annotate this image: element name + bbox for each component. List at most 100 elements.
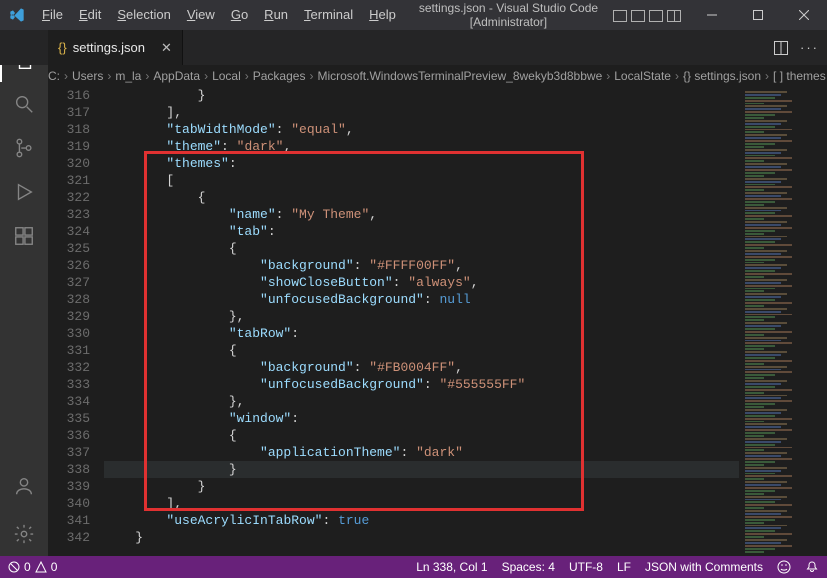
code-line[interactable]: "applicationTheme": "dark" [104,444,739,461]
minimap-line [745,360,792,362]
code-line[interactable]: "tabWidthMode": "equal", [104,121,739,138]
code-area[interactable]: } ], "tabWidthMode": "equal", "theme": "… [104,87,739,556]
minimap-line [745,198,792,200]
tab-settings-json[interactable]: {} settings.json ✕ [48,30,183,65]
extensions-icon[interactable] [0,214,48,258]
search-icon[interactable] [0,82,48,126]
code-line[interactable]: [ [104,172,739,189]
code-line[interactable]: "unfocusedBackground": "#555555FF" [104,376,739,393]
accounts-icon[interactable] [0,464,48,508]
line-number: 329 [48,308,90,325]
code-line[interactable]: } [104,87,739,104]
settings-gear-icon[interactable] [0,512,48,556]
minimap-line [745,545,792,547]
minimap-line [745,230,775,232]
minimize-button[interactable] [689,0,735,30]
menu-edit[interactable]: Edit [71,0,109,30]
code-line[interactable]: }, [104,393,739,410]
maximize-button[interactable] [735,0,781,30]
code-line[interactable]: "background": "#FB0004FF", [104,359,739,376]
code-line[interactable]: "useAcrylicInTabRow": true [104,512,739,529]
code-line[interactable]: "showCloseButton": "always", [104,274,739,291]
code-line[interactable]: "tab": [104,223,739,240]
code-line[interactable]: { [104,342,739,359]
status-indentation[interactable]: Spaces: 4 [502,560,555,574]
minimap-line [745,449,764,451]
minimap-line [745,290,764,292]
breadcrumb-segment[interactable]: C: [48,69,60,83]
chevron-right-icon: › [675,69,679,83]
menu-file[interactable]: File [34,0,71,30]
minimap-line [745,259,775,261]
more-actions-icon[interactable]: ··· [800,40,819,55]
code-line[interactable]: } [104,478,739,495]
status-notifications-icon[interactable] [805,560,819,574]
line-number: 333 [48,376,90,393]
run-debug-icon[interactable] [0,170,48,214]
status-feedback-icon[interactable] [777,560,791,574]
minimap-line [745,218,764,220]
code-line[interactable]: } [104,461,739,478]
code-line[interactable]: { [104,427,739,444]
close-icon[interactable]: ✕ [161,40,172,56]
chevron-right-icon: › [765,69,769,83]
breadcrumb-segment[interactable]: AppData [153,69,200,83]
menu-go[interactable]: Go [223,0,256,30]
close-button[interactable] [781,0,827,30]
layout-panel-right-icon[interactable] [649,10,663,22]
code-line[interactable]: "tabRow": [104,325,739,342]
line-number: 334 [48,393,90,410]
breadcrumb-segment[interactable]: [ ] themes [773,69,826,83]
minimap-line [745,447,792,449]
code-line[interactable]: "background": "#FFFF00FF", [104,257,739,274]
code-line[interactable]: { [104,189,739,206]
breadcrumb-segment[interactable]: Microsoft.WindowsTerminalPreview_8wekyb3… [317,69,602,83]
minimap-line [745,412,781,414]
breadcrumb-segment[interactable]: {} settings.json [683,69,761,83]
code-line[interactable]: }, [104,308,739,325]
minimap-line [745,270,775,272]
code-line[interactable]: "window": [104,410,739,427]
status-problems[interactable]: 0 0 [8,560,57,574]
breadcrumb-segment[interactable]: Local [212,69,241,83]
status-cursor-position[interactable]: Ln 338, Col 1 [416,560,487,574]
editor-layout-icons[interactable] [613,9,681,22]
split-editor-icon[interactable] [774,41,788,55]
minimap-line [745,250,787,252]
breadcrumb-segment[interactable]: Users [72,69,103,83]
menu-selection[interactable]: Selection [109,0,178,30]
code-line[interactable]: ], [104,495,739,512]
error-count: 0 [24,560,31,574]
menu-terminal[interactable]: Terminal [296,0,361,30]
layout-panel-left-icon[interactable] [613,10,627,22]
minimap[interactable] [739,87,827,556]
code-line[interactable]: "theme": "dark", [104,138,739,155]
code-line[interactable]: } [104,529,739,546]
code-line[interactable]: { [104,240,739,257]
code-line[interactable]: "themes": [104,155,739,172]
breadcrumb-segment[interactable]: m_la [115,69,141,83]
minimap-line [745,221,787,223]
code-line[interactable]: "name": "My Theme", [104,206,739,223]
menu-help[interactable]: Help [361,0,404,30]
breadcrumb-segment[interactable]: LocalState [614,69,671,83]
status-language-mode[interactable]: JSON with Comments [645,560,763,574]
status-encoding[interactable]: UTF-8 [569,560,603,574]
editor[interactable]: 3163173183193203213223233243253263273283… [48,87,827,556]
minimap-line [745,233,764,235]
layout-customize-icon[interactable] [667,10,681,22]
minimap-line [745,351,787,353]
menu-view[interactable]: View [179,0,223,30]
code-line[interactable]: "unfocusedBackground": null [104,291,739,308]
minimap-line [745,464,764,466]
source-control-icon[interactable] [0,126,48,170]
status-eol[interactable]: LF [617,560,631,574]
breadcrumb[interactable]: C:›Users›m_la›AppData›Local›Packages›Mic… [48,65,827,87]
minimap-line [745,331,792,333]
line-number: 323 [48,206,90,223]
layout-panel-bottom-icon[interactable] [631,10,645,22]
menu-run[interactable]: Run [256,0,296,30]
code-line[interactable]: ], [104,104,739,121]
breadcrumb-segment[interactable]: Packages [253,69,306,83]
minimap-line [745,152,781,154]
